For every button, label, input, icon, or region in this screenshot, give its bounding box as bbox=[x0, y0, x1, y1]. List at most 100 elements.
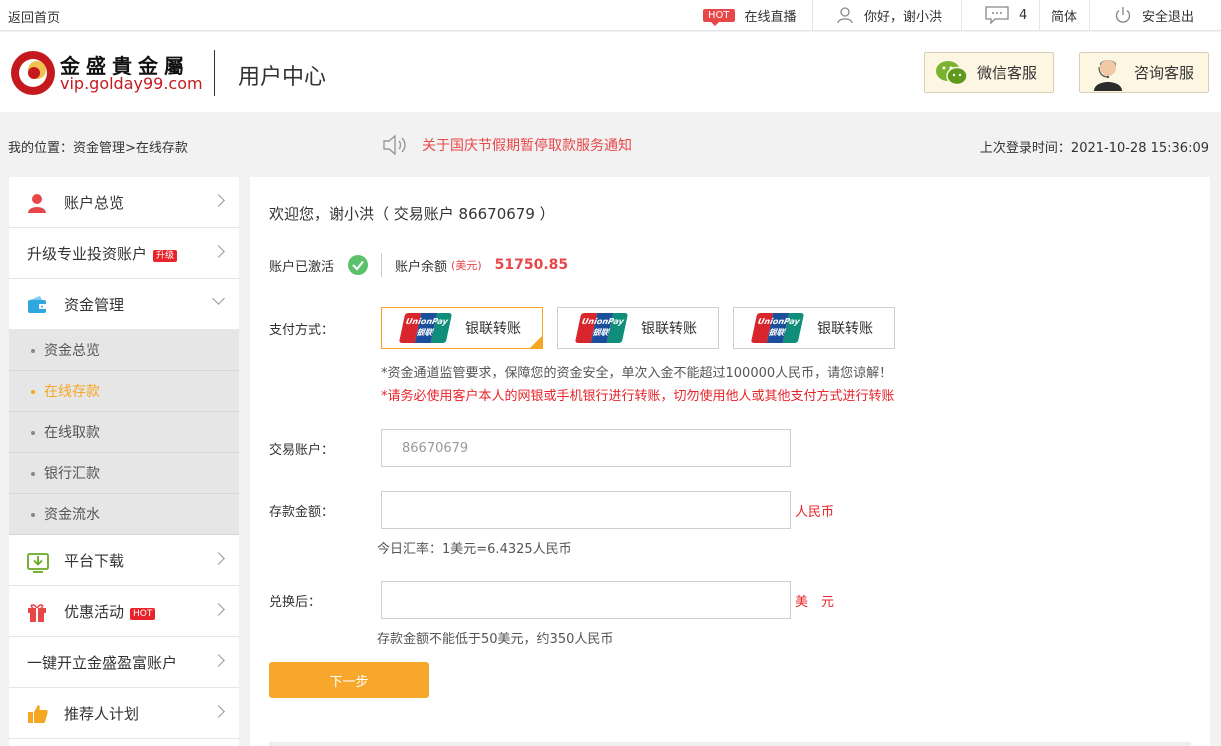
sidebar-subitem-online-deposit[interactable]: 在线存款 bbox=[9, 371, 239, 412]
payment-option-label: 银联转账 bbox=[465, 321, 521, 337]
chevron-right-icon bbox=[212, 552, 225, 565]
next-step-button[interactable]: 下一步 bbox=[269, 662, 429, 698]
notice-link[interactable]: 关于国庆节假期暂停取款服务通知 bbox=[422, 135, 632, 155]
sidebar-item-promotions[interactable]: 优惠活动 HOT bbox=[9, 586, 239, 637]
sidebar-subitem-online-withdrawal[interactable]: 在线取款 bbox=[9, 412, 239, 453]
sidebar-item-platform-download[interactable]: 平台下载 bbox=[9, 535, 239, 586]
user-icon bbox=[28, 194, 46, 213]
gift-icon bbox=[28, 604, 46, 622]
chevron-right-icon bbox=[212, 194, 225, 207]
payment-option-label: 银联转账 bbox=[817, 321, 873, 337]
balance-currency: (美元) bbox=[451, 259, 482, 272]
sidebar-item-label: 资金管理 bbox=[64, 295, 125, 314]
bullet-icon bbox=[31, 472, 35, 476]
converted-amount-label: 兑换后： bbox=[269, 595, 322, 610]
chevron-right-icon bbox=[212, 705, 225, 718]
sidebar-item-label: 平台下载 bbox=[64, 551, 125, 570]
converted-unit: 美 元 bbox=[795, 595, 835, 610]
chevron-right-icon bbox=[212, 654, 225, 667]
balance-value: 51750.85 bbox=[494, 257, 569, 273]
sidebar-item-account-overview[interactable]: 账户总览 bbox=[9, 177, 239, 228]
sidebar-item-label: 一键开立金盛盈富账户 bbox=[27, 653, 178, 672]
header: 金盛貴金屬 vip.golday99.com 用户中心 微信客服 咨询客服 bbox=[0, 32, 1221, 112]
speaker-icon bbox=[383, 134, 406, 156]
page-title: 用户中心 bbox=[238, 65, 327, 90]
sidebar-item-referral[interactable]: 推荐人计划 bbox=[9, 688, 239, 739]
minimum-deposit-hint: 存款金额不能低于50美元，约350人民币 bbox=[377, 632, 614, 647]
language-switch[interactable]: 简体 bbox=[1051, 0, 1077, 30]
bullet-icon bbox=[31, 513, 35, 517]
chevron-right-icon bbox=[212, 603, 225, 616]
sidebar-item-upgrade[interactable]: 升级专业投资账户 升级 bbox=[9, 228, 239, 279]
unionpay-logo-icon: UnionPay 银联 bbox=[750, 313, 805, 343]
payment-option-label: 银联转账 bbox=[641, 321, 697, 337]
sidebar-item-label: 账户总览 bbox=[64, 193, 125, 212]
live-label: 在线直播 bbox=[744, 9, 797, 25]
customer-support-icon bbox=[1094, 59, 1122, 91]
divider bbox=[1089, 0, 1090, 30]
deposit-panel: 欢迎您，谢小洪（ 交易账户 86670679 ） 账户已激活 账户余额 (美元)… bbox=[250, 177, 1210, 746]
divider bbox=[381, 253, 383, 277]
sidebar-item-label: 优惠活动 HOT bbox=[64, 601, 156, 622]
amount-unit: 人民币 bbox=[795, 505, 835, 520]
thumbs-up-icon bbox=[28, 705, 48, 723]
bullet-icon bbox=[31, 431, 35, 435]
balance-label: 账户余额 bbox=[395, 259, 448, 275]
live-link[interactable]: HOT 在线直播 bbox=[703, 0, 797, 30]
sidebar-item-open-account[interactable]: 一键开立金盛盈富账户 bbox=[9, 637, 239, 688]
check-circle-icon bbox=[348, 255, 369, 275]
brand-logo-icon[interactable] bbox=[10, 50, 56, 96]
wechat-service-label: 微信客服 bbox=[977, 64, 1038, 82]
divider bbox=[1039, 0, 1040, 30]
user-outline-icon bbox=[837, 7, 853, 24]
deposit-amount-input[interactable] bbox=[381, 491, 791, 529]
sidebar-item-label: 升级专业投资账户 升级 bbox=[27, 243, 178, 264]
wechat-icon bbox=[936, 60, 968, 85]
message-count: 4 bbox=[1019, 7, 1028, 23]
sidebar-subitem-label: 在线存款 bbox=[44, 384, 100, 400]
sidebar-subitem-bank-transfer[interactable]: 银行汇款 bbox=[9, 453, 239, 494]
unionpay-logo-icon: UnionPay 银联 bbox=[574, 313, 629, 343]
payment-option-unionpay-2[interactable]: UnionPay 银联 银联转账 bbox=[557, 307, 719, 349]
logout-link[interactable]: 安全退出 bbox=[1114, 0, 1194, 30]
consult-service-button[interactable]: 咨询客服 bbox=[1079, 52, 1209, 93]
user-greeting[interactable]: 你好，谢小洪 bbox=[836, 0, 942, 30]
unionpay-logo-icon: UnionPay 银联 bbox=[398, 313, 453, 343]
chevron-down-icon bbox=[212, 292, 225, 305]
last-login-time: 上次登录时间：2021-10-28 15:36:09 bbox=[979, 141, 1209, 156]
bullet-icon bbox=[31, 349, 35, 353]
upgrade-badge: 升级 bbox=[153, 249, 178, 262]
bullet-icon bbox=[31, 390, 35, 394]
payment-method-label: 支付方式： bbox=[269, 323, 335, 338]
sidebar-subitem-fund-flow[interactable]: 资金流水 bbox=[9, 494, 239, 535]
exchange-rate-hint: 今日汇率：1美元=6.4325人民币 bbox=[377, 542, 572, 557]
own-account-warning: *请务必使用客户本人的网银或手机银行进行转账，切勿使用他人或其他支付方式进行转账 bbox=[381, 389, 895, 404]
wechat-service-button[interactable]: 微信客服 bbox=[924, 52, 1054, 93]
divider bbox=[812, 0, 813, 30]
language-label: 简体 bbox=[1051, 9, 1078, 25]
sidebar-item-fund-management[interactable]: 资金管理 bbox=[9, 279, 239, 330]
sidebar-subitem-label: 银行汇款 bbox=[44, 466, 100, 482]
deposit-limit-warning: *资金通道监管要求，保障您的资金安全，单次入金不能超过100000人民币，请您谅… bbox=[381, 366, 893, 381]
account-status-label: 账户已激活 bbox=[269, 259, 335, 275]
back-home-link[interactable]: 返回首页 bbox=[8, 7, 60, 26]
hot-badge: HOT bbox=[130, 607, 156, 620]
power-icon bbox=[1115, 7, 1131, 23]
sidebar-subitem-fund-overview[interactable]: 资金总览 bbox=[9, 330, 239, 371]
top-bar: 返回首页 HOT 在线直播 你好，谢小洪 4 简体 安全退出 bbox=[0, 0, 1221, 31]
account-status-row: 账户已激活 账户余额 (美元) 51750.85 bbox=[269, 253, 568, 277]
messages-link[interactable]: 4 bbox=[985, 0, 1027, 30]
sidebar-subitem-label: 在线取款 bbox=[44, 425, 100, 441]
trading-account-input[interactable] bbox=[381, 429, 791, 467]
breadcrumb: 我的位置：资金管理>在线存款 bbox=[8, 141, 188, 156]
brand-url: vip.golday99.com bbox=[60, 74, 203, 93]
payment-option-unionpay-3[interactable]: UnionPay 银联 银联转账 bbox=[733, 307, 895, 349]
payment-option-unionpay-1[interactable]: UnionPay 银联 银联转账 bbox=[381, 307, 543, 349]
greeting-text: 你好，谢小洪 bbox=[864, 9, 943, 25]
divider bbox=[269, 742, 1191, 746]
notice-bar[interactable]: 关于国庆节假期暂停取款服务通知 bbox=[382, 134, 632, 156]
converted-amount-input[interactable] bbox=[381, 581, 791, 619]
message-icon bbox=[985, 6, 1009, 24]
trading-account-label: 交易账户： bbox=[269, 443, 335, 458]
header-divider bbox=[214, 50, 215, 96]
